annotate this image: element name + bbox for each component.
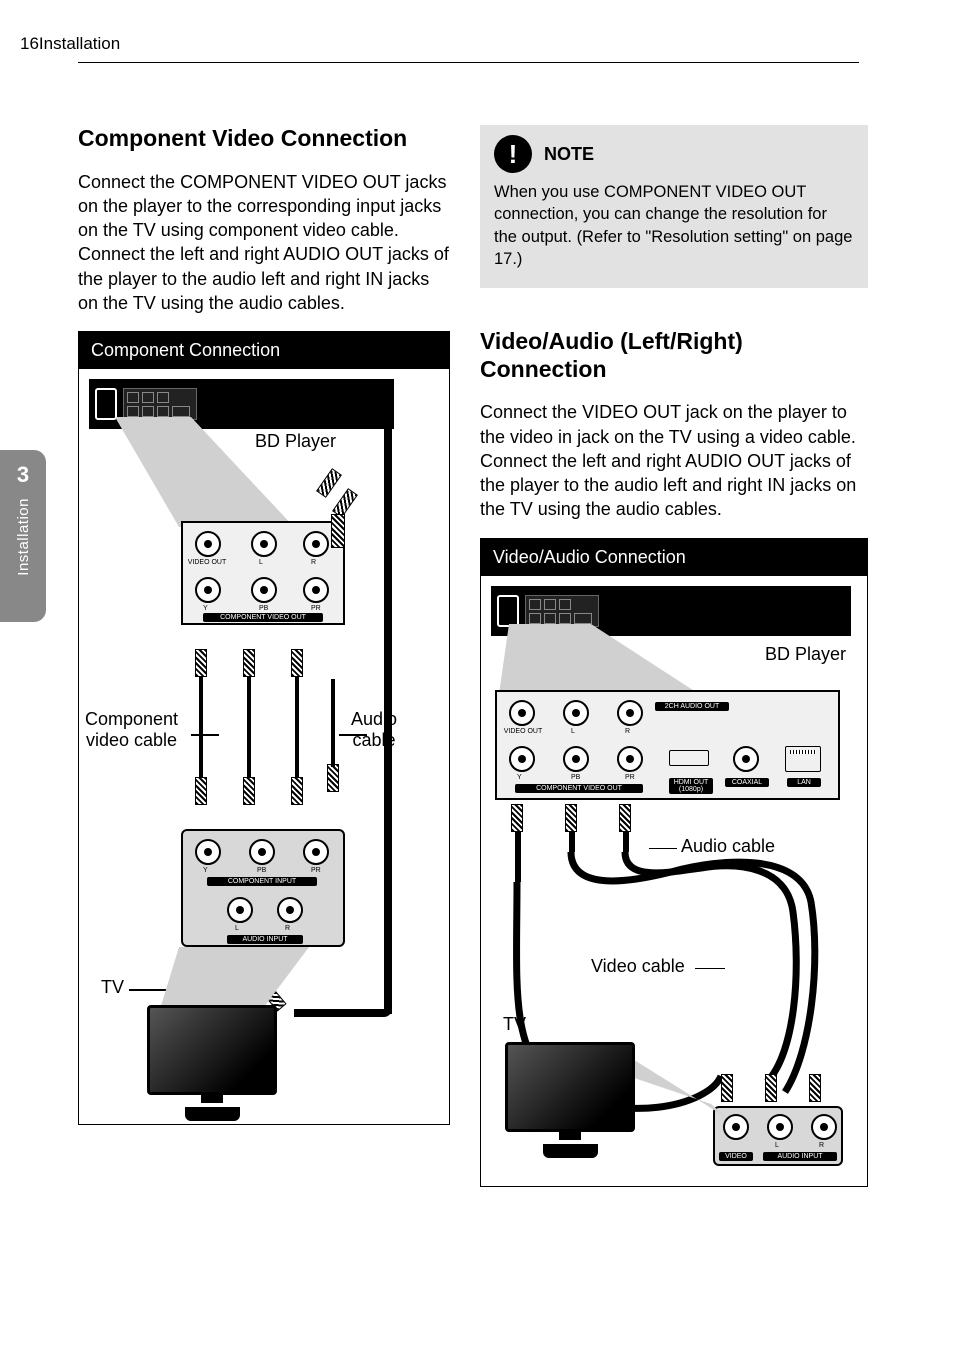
plug-icon — [809, 1074, 821, 1102]
plug-icon — [195, 777, 207, 805]
chapter-tab: 3 Installation — [0, 450, 46, 622]
txt-component-video-out: COMPONENT VIDEO OUT — [203, 613, 323, 622]
plug-icon — [765, 1074, 777, 1102]
txt-coaxial: COAXIAL — [725, 778, 769, 787]
note-title: NOTE — [544, 144, 594, 165]
note-header: ! NOTE — [494, 135, 854, 173]
jack-video-out — [509, 700, 535, 726]
port-lan — [785, 746, 821, 772]
jack-y — [195, 577, 221, 603]
txt-video: VIDEO — [719, 1152, 753, 1161]
plug-icon — [243, 777, 255, 805]
plug-icon — [291, 649, 303, 677]
diagram-header: Video/Audio Connection — [481, 539, 867, 576]
plug-icon — [619, 804, 631, 832]
txt-r: R — [311, 559, 316, 566]
diagram-body: BD Player VIDEO OUT L R Y PB PR COMPONEN… — [79, 369, 449, 1124]
right-column: ! NOTE When you use COMPONENT VIDEO OUT … — [480, 125, 868, 1187]
txt-hdmi-out: HDMI OUT (1080p) — [669, 778, 713, 794]
plug-icon — [316, 468, 342, 498]
jack-y — [509, 746, 535, 772]
jack-audio-r — [303, 531, 329, 557]
section-title-component: Component Video Connection — [78, 125, 450, 153]
section-title-video-audio: Video/Audio (Left/Right) Connection — [480, 328, 868, 383]
txt-component-input: COMPONENT INPUT — [207, 877, 317, 886]
plug-icon — [195, 649, 207, 677]
plug-icon — [511, 804, 523, 832]
zoom-beam-icon — [109, 417, 319, 537]
note-text: When you use COMPONENT VIDEO OUT connect… — [494, 181, 854, 270]
jack-audio-l-in — [767, 1114, 793, 1140]
port-hdmi — [669, 750, 709, 766]
alert-icon: ! — [494, 135, 532, 173]
diagram-video-audio-connection: Video/Audio Connection BD Player — [480, 538, 868, 1187]
diagram-header: Component Connection — [79, 332, 449, 369]
jack-audio-r-in — [811, 1114, 837, 1140]
txt-video-out: VIDEO OUT — [185, 559, 229, 566]
bd-player-rear-panel: VIDEO OUT L R 2CH AUDIO OUT Y PB PR COMP… — [495, 690, 840, 800]
page-number: 16 — [20, 34, 39, 54]
plug-icon — [565, 804, 577, 832]
jack-pb — [563, 746, 589, 772]
plug-icon — [327, 764, 339, 792]
body-text-video-audio: Connect the VIDEO OUT jack on the player… — [480, 400, 868, 521]
header-rule — [78, 62, 859, 63]
label-video-cable: Video cable — [591, 956, 685, 977]
jack-pr — [617, 746, 643, 772]
header-section: Installation — [39, 34, 120, 54]
txt-pb: PB — [259, 605, 268, 612]
txt-pr: PR — [311, 605, 321, 612]
jack-coaxial — [733, 746, 759, 772]
bd-player-rear-panel: VIDEO OUT L R Y PB PR COMPONENT VIDEO OU… — [181, 521, 345, 625]
note-box: ! NOTE When you use COMPONENT VIDEO OUT … — [480, 125, 868, 288]
plug-icon — [331, 514, 345, 548]
txt-audio-input: AUDIO INPUT — [227, 935, 303, 944]
jack-audio-l-in — [227, 897, 253, 923]
jack-video-out — [195, 531, 221, 557]
label-audio-cable: Audio cable — [681, 836, 775, 857]
label-audio-cable: Audio cable — [351, 709, 397, 750]
tv-input-panel: L R VIDEO AUDIO INPUT — [713, 1106, 843, 1166]
chapter-label: Installation — [15, 498, 32, 576]
plug-icon — [291, 777, 303, 805]
txt-2ch-audio-out: 2CH AUDIO OUT — [655, 702, 729, 711]
body-text-component: Connect the COMPONENT VIDEO OUT jacks on… — [78, 170, 450, 316]
tv-input-panel: Y PB PR COMPONENT INPUT L R AUDIO INPUT — [181, 829, 345, 947]
jack-audio-r-in — [277, 897, 303, 923]
label-component-cable: Component video cable — [85, 709, 178, 750]
jack-audio-l — [251, 531, 277, 557]
label-tv: TV — [503, 1014, 526, 1035]
diagram-body: BD Player VIDEO OUT L R 2CH AUDIO OUT Y … — [481, 576, 867, 1186]
left-column: Component Video Connection Connect the C… — [78, 125, 450, 1125]
diagram-component-connection: Component Connection BD Player — [78, 331, 450, 1125]
jack-pb-in — [249, 839, 275, 865]
txt-y: Y — [203, 605, 208, 612]
jack-audio-l — [563, 700, 589, 726]
txt-lan: LAN — [787, 778, 821, 787]
chapter-number: 3 — [17, 462, 29, 488]
jack-pb — [251, 577, 277, 603]
jack-audio-r — [617, 700, 643, 726]
jack-y-in — [195, 839, 221, 865]
plug-icon — [243, 649, 255, 677]
page-header: 16 Installation — [20, 34, 859, 54]
txt-l: L — [259, 559, 263, 566]
tv-icon — [505, 1042, 635, 1158]
label-bd-player: BD Player — [765, 644, 846, 665]
jack-pr-in — [303, 839, 329, 865]
jack-pr — [303, 577, 329, 603]
label-tv: TV — [101, 977, 124, 998]
tv-icon — [147, 1005, 277, 1121]
txt-audio-input: AUDIO INPUT — [763, 1152, 837, 1161]
